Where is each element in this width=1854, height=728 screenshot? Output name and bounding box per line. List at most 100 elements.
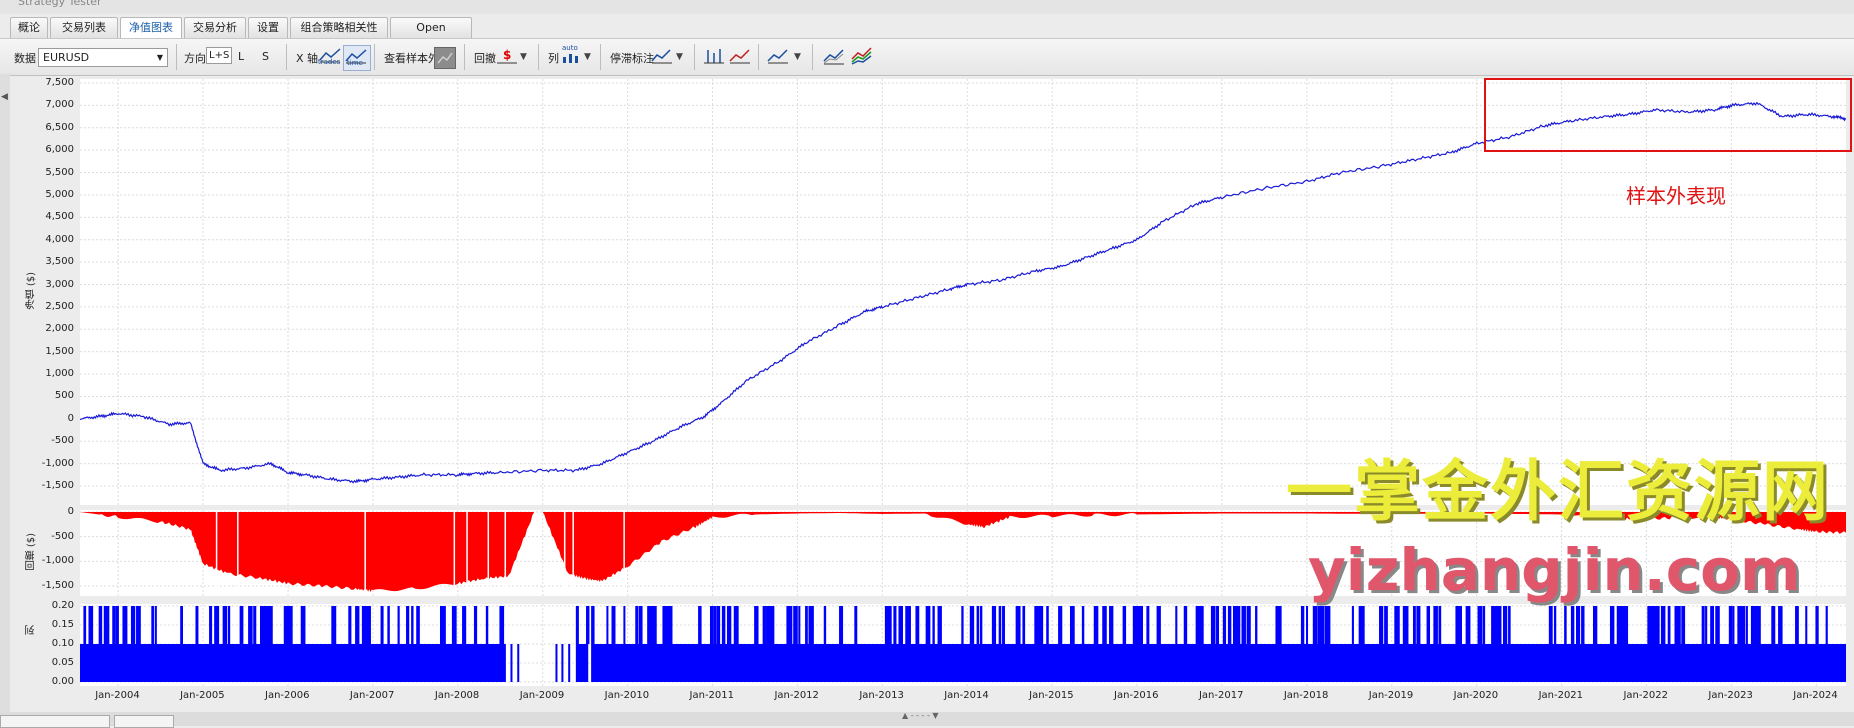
drawdown-gap [487, 510, 490, 596]
line-chart-button[interactable] [728, 45, 754, 69]
column-bar [586, 644, 589, 682]
column-bar [122, 606, 128, 644]
column-bar [1504, 606, 1508, 644]
column-bar [669, 606, 673, 644]
column-bar [915, 606, 920, 644]
column-bar [713, 606, 717, 644]
candle-chart-button[interactable] [702, 45, 728, 69]
bottom-splitter[interactable]: ▲ - - - - ▼ [0, 711, 1854, 728]
x-tick: Jan-2004 [95, 690, 140, 701]
column-bar [900, 606, 903, 644]
column-bar [925, 606, 931, 644]
oos-highlight-box [1484, 78, 1852, 152]
column-bar [103, 606, 108, 644]
column-bar [1682, 606, 1686, 644]
column-bar [1845, 644, 1847, 682]
column-bar [380, 606, 384, 644]
column-bar [462, 606, 467, 644]
data-select[interactable]: EURUSD ▼ [38, 48, 168, 67]
drawdown-label: 回撤 [474, 52, 496, 65]
drawdown-y-tick: -500 [51, 530, 74, 542]
column-bar [1046, 606, 1049, 644]
chart-type-select[interactable] [766, 45, 792, 69]
splitter-handle-icon[interactable]: ▲ - - - - ▼ [902, 711, 939, 720]
column-label: 列 [548, 52, 559, 65]
tab-1[interactable]: 交易列表 [50, 17, 118, 38]
equity-y-tick: 0 [67, 412, 74, 424]
column-bar [1647, 606, 1652, 644]
column-bar [1379, 606, 1384, 644]
multi-line-icon [823, 49, 844, 65]
chevron-down-icon[interactable]: ▼ [794, 52, 801, 62]
portfolio-chart-button[interactable] [850, 45, 876, 69]
tab-5[interactable]: 组合策略相关性 [290, 17, 388, 38]
drawdown-y-title: 回撤 ($) [26, 533, 37, 571]
column-bar [253, 606, 257, 644]
column-y-tick: 0.20 [51, 600, 74, 611]
column-bar [356, 606, 360, 644]
column-bar [1771, 606, 1776, 644]
column-bar [979, 606, 983, 644]
column-bar [1183, 606, 1188, 644]
compare-chart-button[interactable] [822, 45, 848, 69]
column-bar [288, 606, 293, 644]
column-bar [1508, 606, 1511, 644]
column-bar [561, 644, 564, 682]
column-bar [1326, 606, 1331, 644]
column-bar [555, 644, 558, 682]
equity-y-tick: 1,000 [45, 368, 74, 380]
tab-0[interactable]: 概论 [10, 17, 48, 38]
tab-3[interactable]: 交易分析 [184, 17, 246, 38]
xaxis-trades-button[interactable]: trades [318, 45, 344, 69]
direction-l-button[interactable]: L [238, 50, 244, 63]
direction-s-button[interactable]: S [262, 50, 269, 63]
column-bar [1017, 606, 1021, 644]
chevron-down-icon[interactable]: ▼ [520, 52, 527, 62]
column-bar [227, 606, 231, 644]
column-bar [1081, 606, 1085, 644]
column-bar [1550, 606, 1553, 644]
column-bar [788, 606, 793, 644]
stagnation-select[interactable] [650, 45, 676, 69]
tab-2[interactable]: 净值图表 [120, 17, 182, 38]
x-tick: Jan-2013 [859, 690, 904, 701]
column-bar [810, 606, 814, 644]
chevron-down-icon[interactable]: ▼ [676, 52, 683, 62]
equity-y-tick: 7,000 [45, 99, 74, 111]
column-bar [568, 644, 571, 682]
drawdown-gap [364, 510, 366, 596]
x-tick: Jan-2019 [1368, 690, 1414, 701]
column-bar [1022, 606, 1026, 644]
direction-ls-button[interactable]: L+S [206, 47, 233, 64]
multi-color-line-icon [851, 47, 872, 65]
equity-y-tick: 6,000 [45, 144, 74, 156]
tab-6[interactable]: Open balances [390, 17, 472, 54]
drawdown-y-tick: 0 [67, 506, 74, 517]
tab-4[interactable]: 设置 [248, 17, 288, 38]
column-bar [268, 606, 273, 644]
svg-text:$: $ [503, 48, 511, 62]
bottom-tab[interactable] [0, 715, 110, 728]
drawdown-select[interactable]: $ [495, 45, 521, 69]
divider [812, 44, 813, 70]
column-bar [1592, 606, 1598, 644]
column-bar [893, 606, 897, 644]
x-tick: Jan-2008 [434, 690, 480, 701]
column-bar [1660, 606, 1666, 644]
column-bar [1564, 606, 1567, 644]
column-bar [136, 606, 141, 644]
column-bar [1071, 606, 1075, 644]
column-bar [107, 606, 110, 644]
oos-toggle[interactable] [434, 47, 456, 69]
column-bar [1406, 606, 1409, 644]
bottom-tab[interactable] [114, 715, 174, 728]
xaxis-time-button[interactable]: time [343, 45, 371, 71]
column-select[interactable]: auto [559, 44, 585, 69]
column-bar [1039, 606, 1044, 644]
equity-y-tick: 3,000 [45, 278, 74, 290]
column-bar [586, 606, 590, 644]
equity-y-tick: 4,000 [45, 233, 74, 245]
chevron-down-icon[interactable]: ▼ [584, 52, 591, 62]
column-bar [1210, 606, 1216, 644]
column-bar [1728, 606, 1733, 644]
